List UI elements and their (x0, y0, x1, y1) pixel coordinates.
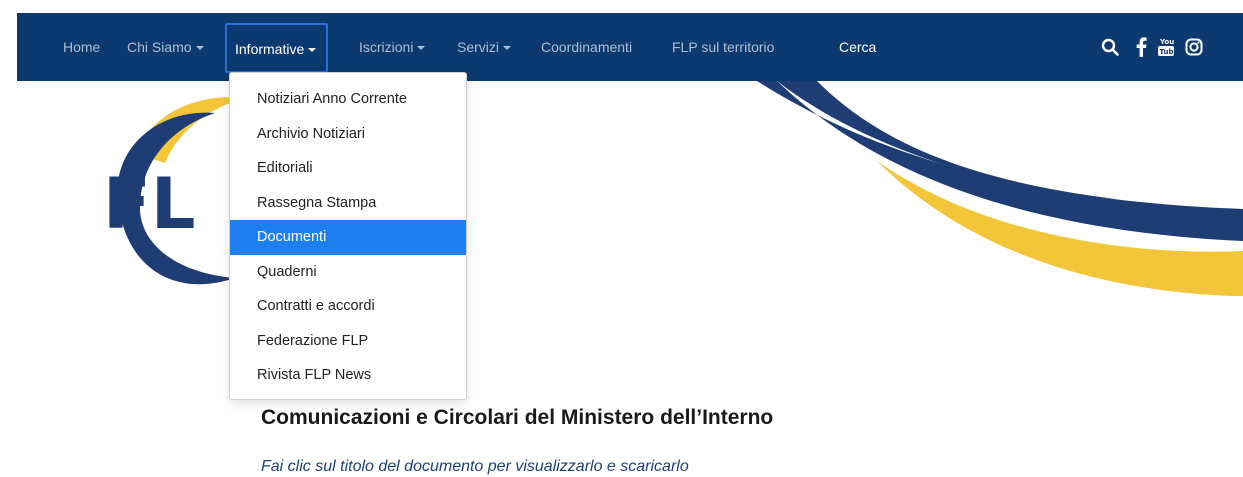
header-banner: FL (17, 81, 1243, 296)
menu-item-rivista-flp-news[interactable]: Rivista FLP News (230, 358, 466, 393)
nav-cerca[interactable]: Cerca (839, 13, 876, 81)
menu-item-quaderni[interactable]: Quaderni (230, 255, 466, 290)
menu-item-rassegna-stampa[interactable]: Rassegna Stampa (230, 186, 466, 221)
svg-text:Tube: Tube (1160, 48, 1176, 56)
menu-item-notiziari-anno-corrente[interactable]: Notiziari Anno Corrente (230, 82, 466, 117)
menu-item-editoriali[interactable]: Editoriali (230, 151, 466, 186)
menu-item-contratti-e-accordi[interactable]: Contratti e accordi (230, 289, 466, 324)
facebook-icon[interactable] (1130, 35, 1152, 59)
nav-home[interactable]: Home (63, 13, 100, 81)
nav-flp-sul-territorio[interactable]: FLP sul territorio (672, 13, 774, 81)
menu-item-federazione-flp[interactable]: Federazione FLP (230, 324, 466, 359)
svg-text:You: You (1159, 38, 1174, 46)
caret-down-icon (195, 46, 204, 51)
caret-down-icon (417, 46, 426, 51)
search-icon[interactable] (1099, 35, 1121, 59)
main-navbar: Home Chi Siamo Informative Iscrizioni Se… (17, 13, 1243, 81)
nav-chi-siamo[interactable]: Chi Siamo (127, 13, 204, 81)
youtube-icon[interactable]: You Tube (1155, 35, 1177, 59)
menu-item-archivio-notiziari[interactable]: Archivio Notiziari (230, 117, 466, 152)
nav-informative[interactable]: Informative (225, 23, 329, 73)
instagram-icon[interactable] (1183, 35, 1205, 59)
page-subtitle: Fai clic sul titolo del documento per vi… (261, 458, 689, 475)
caret-down-icon (308, 48, 317, 53)
caret-down-icon (503, 46, 512, 51)
menu-item-documenti[interactable]: Documenti (230, 220, 466, 255)
logo-lettering: FL (103, 163, 195, 245)
nav-iscrizioni[interactable]: Iscrizioni (359, 13, 426, 81)
informative-dropdown-menu: Notiziari Anno Corrente Archivio Notizia… (229, 72, 467, 400)
nav-coordinamenti[interactable]: Coordinamenti (541, 13, 632, 81)
page-title: Comunicazioni e Circolari del Ministero … (261, 406, 774, 429)
nav-servizi[interactable]: Servizi (457, 13, 512, 81)
